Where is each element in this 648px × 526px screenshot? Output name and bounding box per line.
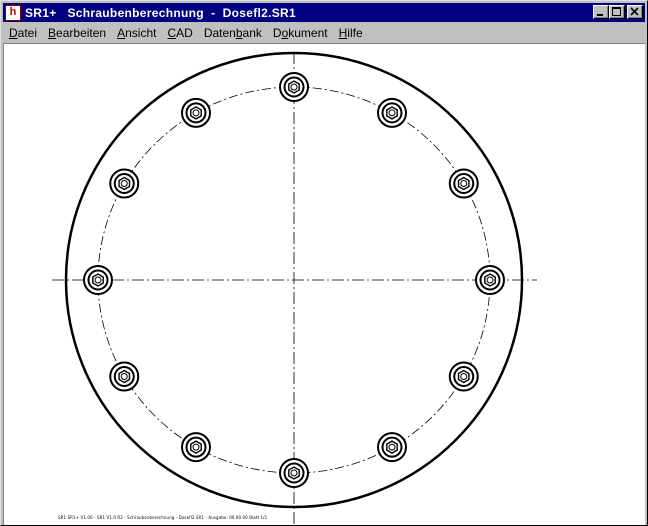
- bolt-symbol[interactable]: [475, 265, 505, 295]
- minimize-button[interactable]: [593, 5, 609, 19]
- menu-bar: Datei Bearbeiten Ansicht CAD Datenbank Dokume…: [3, 23, 645, 42]
- close-icon: [630, 7, 639, 16]
- bolt-symbol[interactable]: [181, 97, 211, 128]
- bolt-symbol[interactable]: [279, 72, 309, 102]
- bolt-symbol[interactable]: [377, 97, 407, 128]
- app-icon-glyph: ĥ: [9, 6, 17, 18]
- bolt-symbol[interactable]: [279, 458, 309, 488]
- close-button[interactable]: [627, 5, 643, 19]
- menu-datei[interactable]: Datei: [3, 26, 42, 40]
- cad-canvas[interactable]: SR1 SR1+ V1.00 - SR1 V1.0 R2 - Schrauben…: [3, 43, 645, 525]
- menu-bearbeiten[interactable]: Bearbeiten: [42, 26, 111, 40]
- title-bar[interactable]: ĥ SR1+ Schraubenberechnung - Dosefl2.SR1: [3, 3, 645, 22]
- flange-drawing[interactable]: [4, 44, 644, 525]
- menu-cad[interactable]: CAD: [161, 26, 197, 40]
- menu-dokument[interactable]: Dokument: [267, 26, 333, 40]
- bolt-symbol[interactable]: [448, 168, 479, 199]
- bolt-symbol[interactable]: [109, 168, 140, 199]
- maximize-button[interactable]: [609, 5, 625, 19]
- menu-datenbank[interactable]: Datenbank: [198, 26, 267, 40]
- menu-ansicht[interactable]: Ansicht: [111, 26, 161, 40]
- drawing-footer-text: SR1 SR1+ V1.00 - SR1 V1.0 R2 - Schrauben…: [58, 515, 268, 520]
- bolt-symbol[interactable]: [83, 265, 113, 295]
- app-window: ĥ SR1+ Schraubenberechnung - Dosefl2.SR1…: [0, 0, 648, 526]
- window-title: SR1+ Schraubenberechnung - Dosefl2.SR1: [25, 5, 296, 20]
- maximize-icon: [612, 7, 621, 16]
- bolt-symbol[interactable]: [181, 432, 211, 463]
- menu-hilfe[interactable]: Hilfe: [333, 26, 368, 40]
- bolt-symbol[interactable]: [448, 361, 479, 392]
- app-icon[interactable]: ĥ: [5, 4, 21, 21]
- window-controls: [593, 5, 643, 19]
- bolt-symbol[interactable]: [377, 432, 407, 463]
- bolt-symbol[interactable]: [109, 361, 140, 392]
- minimize-icon: [597, 14, 603, 16]
